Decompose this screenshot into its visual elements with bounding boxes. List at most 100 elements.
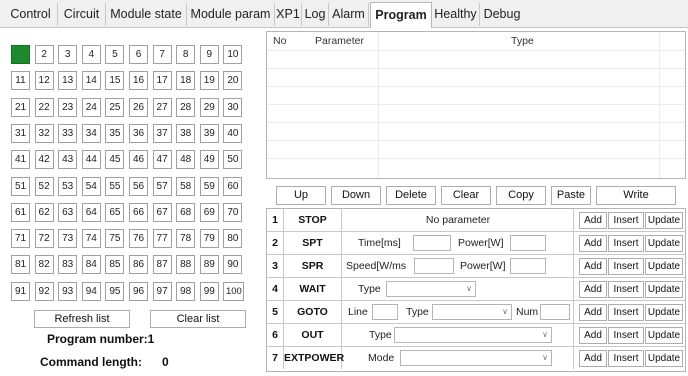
program-slot-93[interactable]: 93: [58, 281, 78, 301]
tab-healthy[interactable]: Healthy: [432, 3, 480, 26]
insert-button[interactable]: Insert: [608, 235, 644, 252]
update-button[interactable]: Update: [645, 327, 683, 344]
add-button[interactable]: Add: [579, 212, 607, 229]
program-slot-31[interactable]: 31: [11, 123, 30, 143]
program-slot-68[interactable]: 68: [176, 202, 196, 222]
update-button[interactable]: Update: [645, 212, 683, 229]
tab-xp1[interactable]: XP1: [275, 3, 302, 26]
type-select[interactable]: ∨: [432, 304, 512, 320]
program-slot-51[interactable]: 51: [11, 176, 30, 196]
program-slot-57[interactable]: 57: [152, 176, 172, 196]
program-slot-12[interactable]: 12: [34, 71, 54, 91]
program-slot-30[interactable]: 30: [223, 97, 243, 117]
write-button[interactable]: Write: [596, 186, 676, 205]
program-slot-66[interactable]: 66: [129, 202, 148, 222]
program-slot-94[interactable]: 94: [81, 281, 101, 301]
update-button[interactable]: Update: [645, 304, 683, 321]
program-slot-86[interactable]: 86: [129, 255, 148, 275]
program-slot-90[interactable]: 90: [223, 255, 243, 275]
program-slot-67[interactable]: 67: [152, 202, 172, 222]
program-slot-27[interactable]: 27: [152, 97, 172, 117]
delete-button[interactable]: Delete: [386, 186, 436, 205]
insert-button[interactable]: Insert: [608, 304, 644, 321]
tab-alarm[interactable]: Alarm: [329, 3, 369, 26]
program-slot-34[interactable]: 34: [81, 123, 101, 143]
tab-module-state[interactable]: Module state: [106, 3, 187, 26]
up-button[interactable]: Up: [276, 186, 326, 205]
program-slot-36[interactable]: 36: [129, 123, 148, 143]
program-slot-15[interactable]: 15: [105, 71, 125, 91]
program-slot-92[interactable]: 92: [34, 281, 54, 301]
program-slot-35[interactable]: 35: [105, 123, 125, 143]
program-slot-78[interactable]: 78: [176, 229, 196, 249]
program-slot-40[interactable]: 40: [223, 123, 243, 143]
tab-circuit[interactable]: Circuit: [58, 3, 106, 26]
power-input[interactable]: [510, 258, 546, 274]
program-slot-55[interactable]: 55: [105, 176, 125, 196]
program-slot-80[interactable]: 80: [223, 229, 243, 249]
program-slot-73[interactable]: 73: [58, 229, 78, 249]
program-slot-56[interactable]: 56: [129, 176, 148, 196]
update-button[interactable]: Update: [645, 258, 683, 275]
program-slot-62[interactable]: 62: [34, 202, 54, 222]
program-slot-87[interactable]: 87: [152, 255, 172, 275]
program-slot-52[interactable]: 52: [34, 176, 54, 196]
program-slot-28[interactable]: 28: [176, 97, 196, 117]
insert-button[interactable]: Insert: [608, 350, 644, 367]
add-button[interactable]: Add: [579, 350, 607, 367]
add-button[interactable]: Add: [579, 304, 607, 321]
type-select[interactable]: ∨: [386, 281, 476, 297]
program-slot-83[interactable]: 83: [58, 255, 78, 275]
program-slot-22[interactable]: 22: [34, 97, 54, 117]
insert-button[interactable]: Insert: [608, 327, 644, 344]
program-slot-77[interactable]: 77: [152, 229, 172, 249]
program-slot-63[interactable]: 63: [58, 202, 78, 222]
program-slot-1[interactable]: 1: [11, 45, 30, 64]
program-slot-95[interactable]: 95: [105, 281, 125, 301]
program-slot-13[interactable]: 13: [58, 71, 78, 91]
program-slot-89[interactable]: 89: [199, 255, 219, 275]
update-button[interactable]: Update: [645, 350, 683, 367]
program-slot-5[interactable]: 5: [105, 45, 125, 64]
tab-control[interactable]: Control: [4, 3, 58, 26]
speed-input[interactable]: [414, 258, 454, 274]
program-slot-75[interactable]: 75: [105, 229, 125, 249]
program-slot-53[interactable]: 53: [58, 176, 78, 196]
program-slot-69[interactable]: 69: [199, 202, 219, 222]
program-slot-25[interactable]: 25: [105, 97, 125, 117]
program-slot-20[interactable]: 20: [223, 71, 243, 91]
program-slot-19[interactable]: 19: [199, 71, 219, 91]
parameter-table[interactable]: No Parameter Type: [266, 31, 686, 179]
program-slot-37[interactable]: 37: [152, 123, 172, 143]
program-slot-48[interactable]: 48: [176, 150, 196, 170]
program-slot-60[interactable]: 60: [223, 176, 243, 196]
program-slot-42[interactable]: 42: [34, 150, 54, 170]
refresh-list-button[interactable]: Refresh list: [34, 310, 130, 328]
program-slot-43[interactable]: 43: [58, 150, 78, 170]
mode-select[interactable]: ∨: [400, 350, 552, 366]
program-slot-39[interactable]: 39: [199, 123, 219, 143]
program-slot-23[interactable]: 23: [58, 97, 78, 117]
program-slot-11[interactable]: 11: [11, 71, 30, 91]
program-slot-71[interactable]: 71: [11, 229, 30, 249]
program-slot-98[interactable]: 98: [176, 281, 196, 301]
program-slot-99[interactable]: 99: [199, 281, 219, 301]
program-slot-38[interactable]: 38: [176, 123, 196, 143]
line-input[interactable]: [372, 304, 398, 320]
insert-button[interactable]: Insert: [608, 258, 644, 275]
program-slot-50[interactable]: 50: [223, 150, 243, 170]
tab-log[interactable]: Log: [302, 3, 329, 26]
program-slot-29[interactable]: 29: [199, 97, 219, 117]
paste-button[interactable]: Paste: [551, 186, 591, 205]
program-slot-47[interactable]: 47: [152, 150, 172, 170]
program-slot-24[interactable]: 24: [81, 97, 101, 117]
program-slot-82[interactable]: 82: [34, 255, 54, 275]
tab-debug[interactable]: Debug: [480, 3, 524, 26]
program-slot-61[interactable]: 61: [11, 202, 30, 222]
tab-program[interactable]: Program: [370, 2, 432, 28]
program-slot-3[interactable]: 3: [58, 45, 78, 64]
program-slot-44[interactable]: 44: [81, 150, 101, 170]
add-button[interactable]: Add: [579, 258, 607, 275]
down-button[interactable]: Down: [331, 186, 381, 205]
program-slot-84[interactable]: 84: [81, 255, 101, 275]
